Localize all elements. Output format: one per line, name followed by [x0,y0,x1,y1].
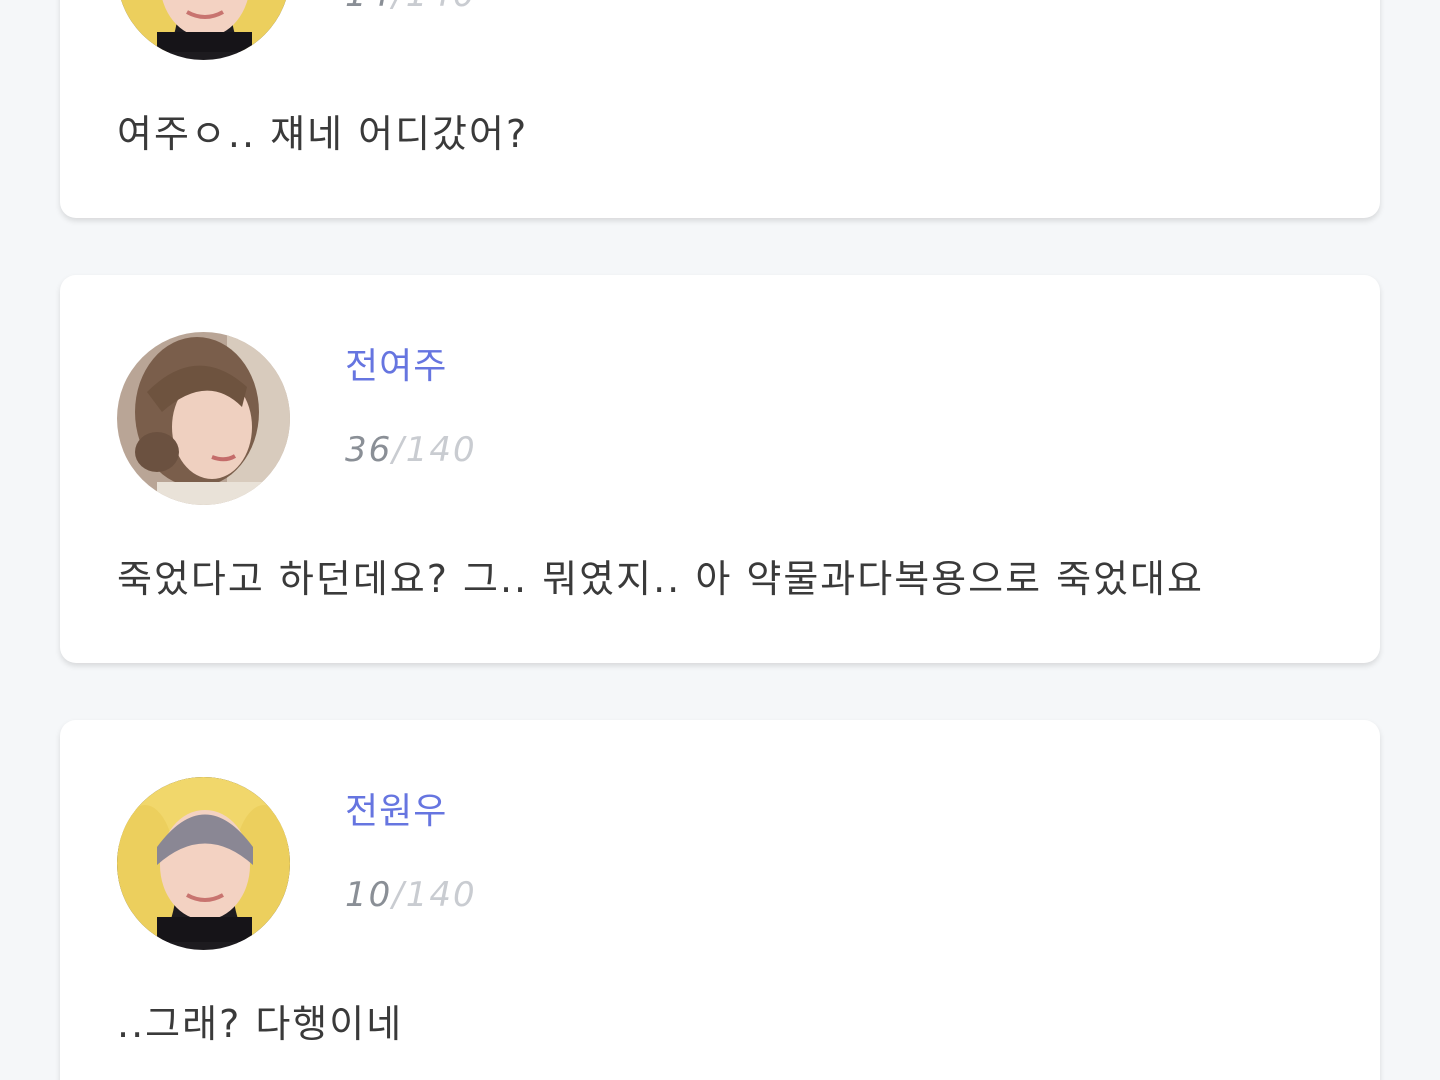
avatar-wonwoo-icon [117,0,290,60]
char-count-current: 14 [345,0,392,15]
message-card: 14/140 여주ㅇ.. 쟤네 어디갔어? [60,0,1380,218]
char-count: 10/140 [345,875,477,915]
char-count-separator: / [392,0,405,15]
chat-viewport[interactable]: 14/140 여주ㅇ.. 쟤네 어디갔어? 전여주 36/140 죽었다고 하던… [0,0,1440,1080]
char-count-max: 140 [405,430,477,470]
char-count-current: 36 [345,430,393,470]
avatar[interactable] [117,777,290,950]
author-name: 전원우 [345,791,448,832]
avatar[interactable] [117,332,290,505]
char-count-max: 140 [406,0,477,15]
char-count: 36/140 [345,430,477,470]
message-text: ..그래? 다행이네 [117,1002,404,1046]
char-count-max: 140 [405,875,477,915]
author-name: 전여주 [345,346,448,387]
char-count-separator: / [392,430,406,470]
avatar-wonwoo-icon [117,777,290,950]
char-count-current: 10 [345,875,393,915]
avatar-yeoju-icon [117,332,290,505]
message-card: 전원우 10/140 ..그래? 다행이네 [60,720,1380,1080]
message-text: 죽었다고 하던데요? 그.. 뭐였지.. 아 약물과다복용으로 죽었대요 [117,557,1204,601]
char-count-separator: / [392,875,406,915]
message-card: 전여주 36/140 죽었다고 하던데요? 그.. 뭐였지.. 아 약물과다복용… [60,275,1380,663]
message-text: 여주ㅇ.. 쟤네 어디갔어? [117,112,529,156]
char-count: 14/140 [345,0,477,15]
avatar[interactable] [117,0,290,60]
